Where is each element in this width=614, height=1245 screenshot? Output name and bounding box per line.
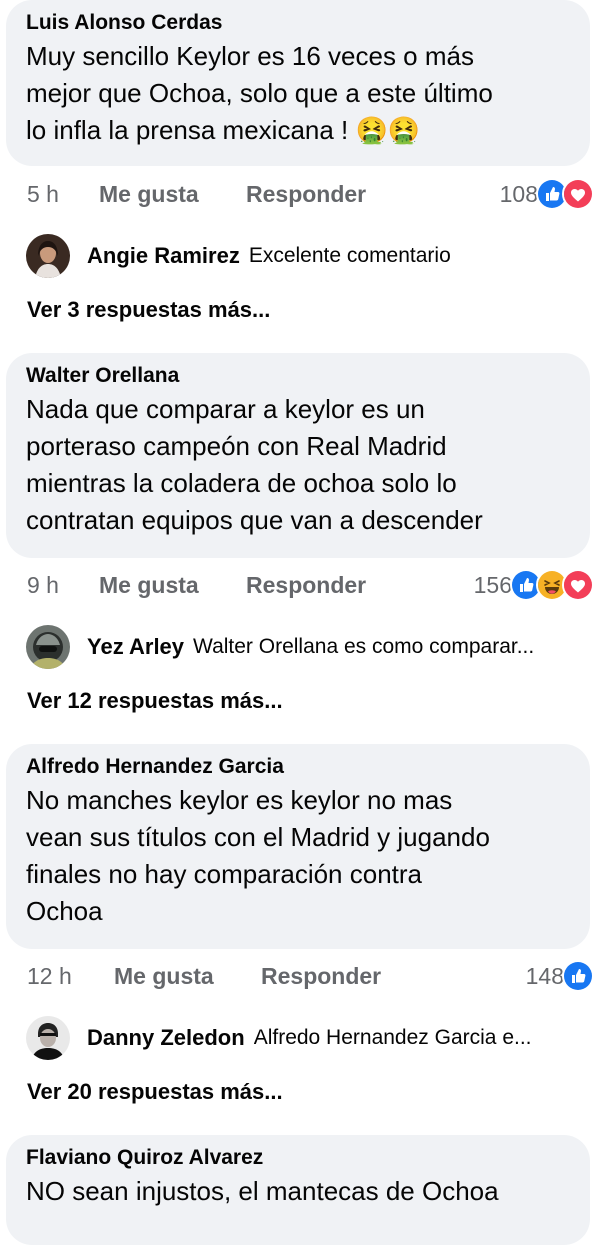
- avatar[interactable]: [26, 625, 70, 669]
- comment-time[interactable]: 9 h: [27, 568, 59, 602]
- comment-author[interactable]: Alfredo Hernandez Garcia: [26, 753, 572, 781]
- reply-preview[interactable]: Danny Zeledon Alfredo Hernandez Garcia e…: [26, 1015, 594, 1061]
- reply-text: Excelente comentario: [248, 244, 451, 267]
- reply-author[interactable]: Danny Zeledon: [87, 1025, 245, 1051]
- comment-author[interactable]: Flaviano Quiroz Alvarez: [26, 1144, 572, 1172]
- comment-bubble[interactable]: Alfredo Hernandez Garcia No manches keyl…: [6, 744, 590, 949]
- reply-text: Alfredo Hernandez Garcia e...: [253, 1026, 532, 1049]
- reaction-count: 108: [499, 181, 538, 207]
- comment-time[interactable]: 5 h: [27, 177, 59, 211]
- comment-text: Muy sencillo Keylor es 16 veces o más me…: [26, 41, 493, 145]
- comment-bubble[interactable]: Luis Alonso Cerdas Muy sencillo Keylor e…: [6, 0, 590, 166]
- comment-actions: 5 h Me gusta Responder 108: [27, 177, 594, 211]
- reactions-summary[interactable]: 108: [500, 177, 594, 211]
- avatar[interactable]: [26, 1016, 70, 1060]
- comment-text: Nada que comparar a keylor es un portera…: [26, 394, 483, 535]
- like-button[interactable]: Me gusta: [99, 177, 199, 211]
- reaction-count: 156: [473, 572, 512, 598]
- like-button[interactable]: Me gusta: [99, 568, 199, 602]
- comment-actions: 12 h Me gusta Responder 148: [27, 959, 594, 993]
- reactions-summary[interactable]: 148: [526, 959, 594, 993]
- comment-bubble[interactable]: Walter Orellana Nada que comparar a keyl…: [6, 353, 590, 558]
- comment-text: No manches keylor es keylor no mas vean …: [26, 785, 490, 926]
- reply-button[interactable]: Responder: [246, 568, 366, 602]
- view-more-replies-link[interactable]: Ver 12 respuestas más...: [27, 686, 283, 716]
- reply-button[interactable]: Responder: [261, 959, 381, 993]
- comment-bubble[interactable]: Flaviano Quiroz Alvarez NO sean injustos…: [6, 1135, 590, 1245]
- reply-author[interactable]: Yez Arley: [87, 634, 184, 660]
- reply-preview[interactable]: Angie Ramirez Excelente comentario: [26, 233, 594, 279]
- comment-actions: 9 h Me gusta Responder 156: [27, 568, 594, 602]
- reply-button[interactable]: Responder: [246, 177, 366, 211]
- love-icon: [562, 178, 594, 210]
- view-more-replies-link[interactable]: Ver 20 respuestas más...: [27, 1077, 283, 1107]
- comment-author[interactable]: Luis Alonso Cerdas: [26, 9, 572, 37]
- avatar[interactable]: [26, 234, 70, 278]
- like-icon: [562, 960, 594, 992]
- comment-text: NO sean injustos, el mantecas de Ochoa: [26, 1176, 499, 1206]
- reaction-count: 148: [525, 963, 564, 989]
- reply-author[interactable]: Angie Ramirez: [87, 243, 240, 269]
- love-icon: [562, 569, 594, 601]
- comment-time[interactable]: 12 h: [27, 959, 72, 993]
- reply-preview[interactable]: Yez Arley Walter Orellana es como compar…: [26, 624, 594, 670]
- view-more-replies-link[interactable]: Ver 3 respuestas más...: [27, 295, 270, 325]
- comment-author[interactable]: Walter Orellana: [26, 362, 572, 390]
- reactions-summary[interactable]: 156: [474, 568, 594, 602]
- like-button[interactable]: Me gusta: [114, 959, 214, 993]
- reply-text: Walter Orellana es como comparar...: [193, 635, 535, 658]
